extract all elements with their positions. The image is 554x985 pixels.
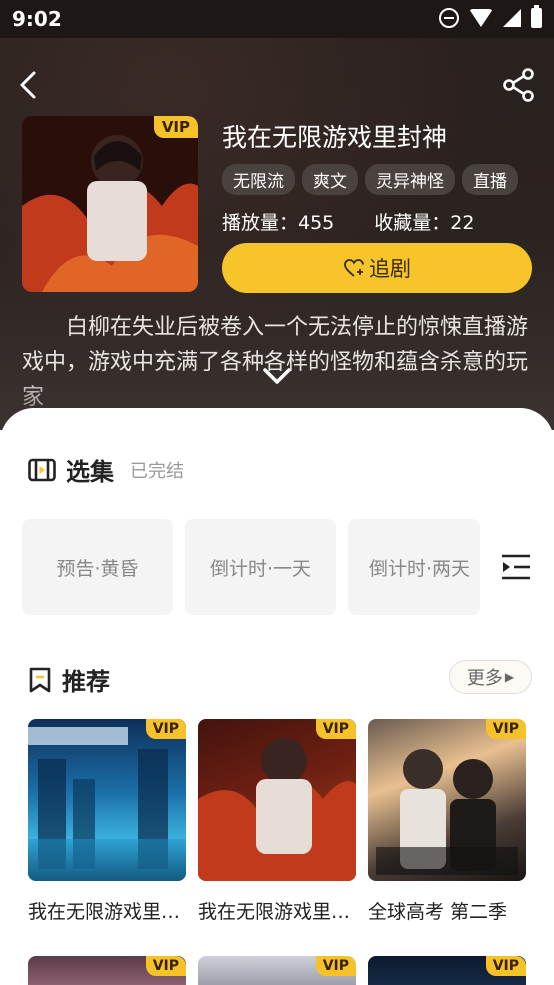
episode-list-icon[interactable] [500,553,532,581]
recommend-cover: VIP [368,719,526,881]
episodes-icon [28,458,56,481]
episode-item[interactable]: 倒计时·一天 [185,519,336,615]
vip-badge: VIP [153,116,198,138]
signal-icon [503,9,521,27]
status-bar: 9:02 [0,0,554,38]
vip-badge: VIP [485,719,526,739]
vip-badge: VIP [315,719,356,739]
drama-title: 我在无限游戏里封神 [222,123,448,152]
play-count: 播放量：455 [222,212,335,234]
follow-label: 追剧 [369,257,411,281]
recommend-name: 我在无限游戏里封神 [198,901,356,923]
episodes-header: 选集 已完结 [28,452,184,487]
recommend-artwork [198,719,356,881]
favorite-count: 收藏量：22 [374,212,475,234]
back-icon[interactable] [12,68,46,102]
episode-list: 预告·黄昏 倒计时·一天 倒计时·两天 [22,519,480,615]
tag[interactable]: 爽文 [302,164,358,195]
recommend-header: 推荐 [28,662,110,697]
status-icons [439,5,542,28]
recommend-title: 推荐 [62,668,110,696]
more-label: 更多 [466,668,503,689]
recommend-artwork [376,749,518,875]
detail-header: 9:02 VIP 我在无限游戏里封神 无限流 爽文 灵异神怪 直播 播放量：45… [0,0,554,430]
recommend-name: 我在无限游戏里封神 [28,901,186,923]
recommend-cover[interactable]: VIP [368,956,526,985]
cover-image: VIP [22,116,198,292]
episode-item[interactable]: 倒计时·两天 [348,519,480,615]
episodes-title: 选集 [66,458,114,486]
vip-badge: VIP [145,719,186,739]
wifi-icon [469,9,493,27]
recommend-list: VIP 我在无限游戏里封神 VIP 我在无限游戏里封神 VIP 全球高考 第二季 [28,719,526,924]
bookmark-icon [29,667,51,692]
tag[interactable]: 灵异神怪 [365,164,455,195]
status-time: 9:02 [12,7,62,31]
cover-artwork [22,116,198,292]
tag[interactable]: 无限流 [222,164,295,195]
vip-badge: VIP [315,956,356,976]
episode-item[interactable]: 预告·黄昏 [22,519,173,615]
recommend-item[interactable]: VIP 全球高考 第二季 [368,719,526,924]
recommend-item[interactable]: VIP 我在无限游戏里封神 [28,719,186,924]
vip-badge: VIP [145,956,186,976]
recommend-list-row2: VIP VIP VIP [28,956,526,985]
recommend-cover[interactable]: VIP [198,956,356,985]
recommend-cover: VIP [28,719,186,881]
recommend-cover[interactable]: VIP [28,956,186,985]
tag[interactable]: 直播 [462,164,518,195]
heart-plus-icon [344,259,364,277]
chevron-down-icon[interactable] [262,366,292,388]
do-not-disturb-icon [439,8,459,28]
vip-badge: VIP [485,956,526,976]
episodes-status: 已完结 [130,460,184,482]
more-button[interactable]: 更多 ▶ [449,660,532,694]
recommend-cover: VIP [198,719,356,881]
recommend-artwork [28,727,186,881]
recommend-name: 全球高考 第二季 [368,901,508,923]
stats: 播放量：455 收藏量：22 [222,208,474,235]
recommend-item[interactable]: VIP 我在无限游戏里封神 [198,719,356,924]
share-icon[interactable] [502,68,536,102]
tag-list: 无限流 爽文 灵异神怪 直播 [222,164,518,195]
follow-button[interactable]: 追剧 [222,243,532,293]
chevron-right-icon: ▶ [504,670,515,684]
battery-icon [531,5,542,28]
